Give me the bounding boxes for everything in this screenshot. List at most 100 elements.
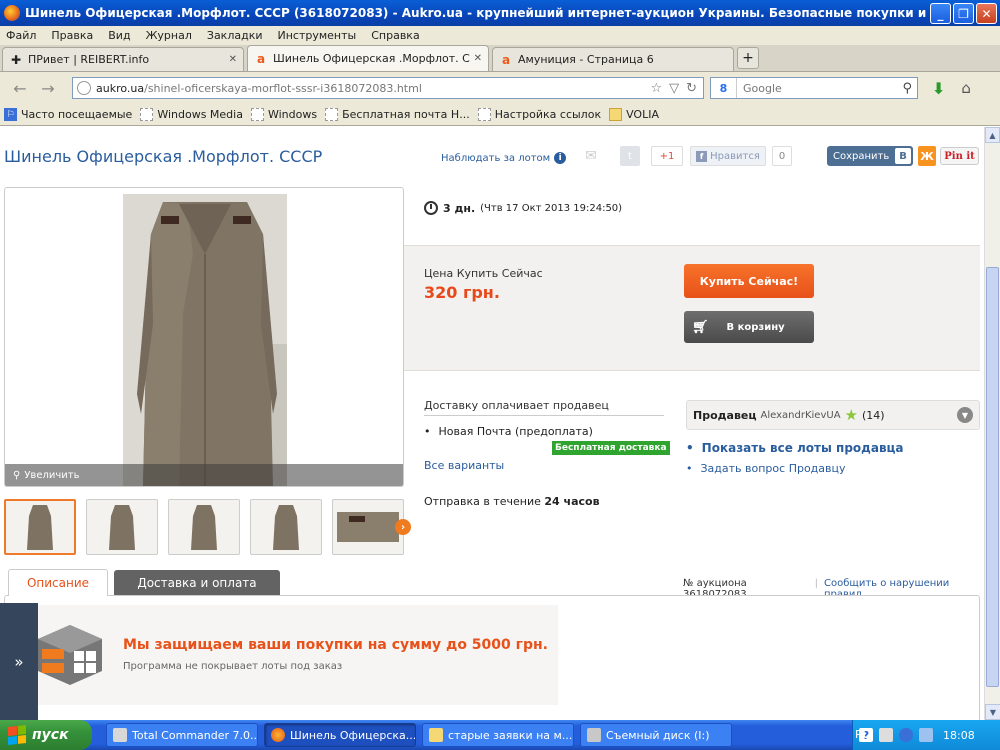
seller-name[interactable]: AlexandrKievUA: [761, 410, 841, 421]
gplus-button[interactable]: +1: [651, 146, 683, 166]
twitter-icon[interactable]: t: [620, 146, 640, 166]
tab-label: ПРивет | REIBERT.info: [28, 53, 150, 66]
address-path: /shinel-oficerskaya-morflot-sssr-i361807…: [144, 81, 422, 95]
mouse-icon[interactable]: [879, 728, 893, 742]
tab-label: Амуниция - Страница 6: [518, 53, 654, 66]
menu-history[interactable]: Журнал: [146, 29, 192, 42]
network-icon[interactable]: [919, 728, 933, 742]
close-button[interactable]: ✕: [976, 3, 997, 24]
dropdown-arrow-icon[interactable]: ▽: [669, 81, 679, 96]
like-button[interactable]: f Нравится: [690, 146, 766, 166]
bookmark-windows-media[interactable]: Windows Media: [140, 108, 243, 121]
tab-amunicia[interactable]: a Амуниция - Страница 6: [492, 47, 734, 71]
task-label: старые заявки на м...: [448, 728, 573, 742]
scroll-up-icon[interactable]: ▲: [985, 127, 1000, 143]
add-to-cart-button[interactable]: 🛒︎ В корзину: [684, 311, 814, 343]
minimize-button[interactable]: _: [930, 3, 951, 24]
address-bar[interactable]: aukro.ua/shinel-oficerskaya-morflot-sssr…: [72, 77, 704, 99]
bookmark-most-visited[interactable]: ⚐ Часто посещаемые: [4, 108, 132, 121]
bookmark-free-mail[interactable]: Бесплатная почта Н...: [325, 108, 470, 121]
search-icon[interactable]: ⚲: [902, 81, 917, 96]
bluetooth-icon[interactable]: [899, 728, 913, 742]
vk-save-button[interactable]: Сохранить В: [827, 146, 913, 166]
task-folder[interactable]: старые заявки на м...: [422, 723, 574, 747]
tab-label: Шинель Офицерская .Морфлот. СССР ...: [273, 52, 470, 65]
vertical-scrollbar[interactable]: ▲ ▼: [984, 127, 1000, 720]
seller-box[interactable]: Продавец AlexandrKievUA ★ (14) ▼: [686, 400, 980, 430]
language-indicator[interactable]: RU: [855, 728, 871, 741]
menu-help[interactable]: Справка: [371, 29, 419, 42]
tab-shipping[interactable]: Доставка и оплата: [114, 570, 280, 596]
all-delivery-options-link[interactable]: Все варианты: [424, 459, 504, 472]
menu-tools[interactable]: Инструменты: [278, 29, 357, 42]
magnifier-icon: ⚲: [13, 469, 21, 481]
thumbnail-5[interactable]: [332, 499, 404, 555]
taskbar: пуск Total Commander 7.0... Шинель Офице…: [0, 720, 1000, 750]
bookmark-settings[interactable]: Настройка ссылок: [477, 108, 601, 121]
menu-view[interactable]: Вид: [108, 29, 130, 42]
side-panel-toggle[interactable]: »: [0, 603, 38, 720]
menu-bookmarks[interactable]: Закладки: [207, 29, 263, 42]
thumbnail-2[interactable]: [86, 499, 158, 555]
window-title: Шинель Офицерская .Морфлот. СССР (361807…: [25, 6, 945, 20]
like-count: 0: [772, 146, 792, 166]
new-tab-button[interactable]: +: [737, 47, 759, 69]
watch-link[interactable]: Наблюдать за лотом i: [441, 152, 567, 164]
thumbnail-4[interactable]: [250, 499, 322, 555]
close-tab-icon[interactable]: ✕: [229, 54, 237, 65]
reload-icon[interactable]: ↻: [686, 81, 697, 96]
ask-seller-link[interactable]: • Задать вопрос Продавцу: [686, 462, 846, 475]
aukro-icon: a: [501, 52, 511, 67]
start-label: пуск: [32, 727, 69, 743]
aukro-icon: a: [256, 51, 266, 66]
pinit-button[interactable]: Pin it: [940, 147, 979, 165]
search-placeholder: Google: [743, 81, 782, 95]
odnoklassniki-icon[interactable]: Ж: [918, 146, 936, 166]
show-all-lots-link[interactable]: • Показать все лоты продавца: [686, 441, 904, 455]
bookmark-label: Windows Media: [157, 108, 243, 121]
chevron-down-icon[interactable]: ▼: [957, 407, 973, 423]
ship-prefix: Отправка в течение: [424, 495, 541, 508]
back-button[interactable]: ←: [6, 76, 34, 100]
bookmark-volia[interactable]: VOLIA: [609, 108, 659, 121]
close-tab-icon[interactable]: ✕: [474, 53, 482, 64]
bookmark-icon: ⚐: [4, 108, 17, 121]
task-firefox[interactable]: Шинель Офицерска...: [264, 723, 416, 747]
firefox-icon: [4, 5, 20, 21]
start-button[interactable]: пуск: [0, 720, 92, 750]
tab-shinel[interactable]: a Шинель Офицерская .Морфлот. СССР ... ✕: [247, 45, 489, 71]
maximize-button[interactable]: ❐: [953, 3, 974, 24]
thumbnail-1[interactable]: [4, 499, 76, 555]
menu-edit[interactable]: Правка: [51, 29, 93, 42]
email-icon[interactable]: ✉: [582, 146, 600, 166]
menu-file[interactable]: Файл: [6, 29, 36, 42]
thumbnail-3[interactable]: [168, 499, 240, 555]
next-thumbnails-button[interactable]: ›: [395, 519, 411, 535]
search-input[interactable]: 8 Google ⚲: [710, 77, 918, 99]
tab-reibert[interactable]: ✚ ПРивет | REIBERT.info ✕: [2, 47, 244, 71]
window-controls: _ ❐ ✕: [930, 3, 997, 24]
task-label: Шинель Офицерска...: [290, 728, 416, 742]
task-label: Total Commander 7.0...: [132, 728, 258, 742]
bookmark-label: VOLIA: [626, 108, 659, 121]
download-icon[interactable]: ⬇: [932, 79, 945, 98]
buy-now-button[interactable]: Купить Сейчас!: [684, 264, 814, 298]
bookmark-windows[interactable]: Windows: [250, 108, 317, 121]
home-icon[interactable]: ⌂: [961, 79, 971, 97]
task-total-commander[interactable]: Total Commander 7.0...: [106, 723, 258, 747]
main-photo[interactable]: ⚲ Увеличить: [4, 187, 404, 487]
tab-description[interactable]: Описание: [8, 569, 108, 596]
scroll-down-icon[interactable]: ▼: [985, 704, 1000, 720]
folder-icon: [429, 728, 443, 742]
bookmark-star-icon[interactable]: ☆: [650, 81, 662, 96]
page-icon: [140, 108, 154, 121]
zoom-bar[interactable]: ⚲ Увеличить: [5, 464, 403, 486]
search-engine-icon[interactable]: 8: [711, 78, 737, 98]
window-titlebar: Шинель Офицерская .Морфлот. СССР (361807…: [0, 0, 1000, 26]
scroll-thumb[interactable]: [986, 267, 999, 687]
coat-thumbnail-image: [273, 505, 299, 550]
forward-button[interactable]: →: [34, 76, 62, 100]
task-removable-disk[interactable]: Съемный диск (I:): [580, 723, 732, 747]
bookmarks-bar: ⚐ Часто посещаемые Windows Media Windows …: [0, 104, 1000, 126]
thumbnail-strip: [4, 499, 404, 555]
